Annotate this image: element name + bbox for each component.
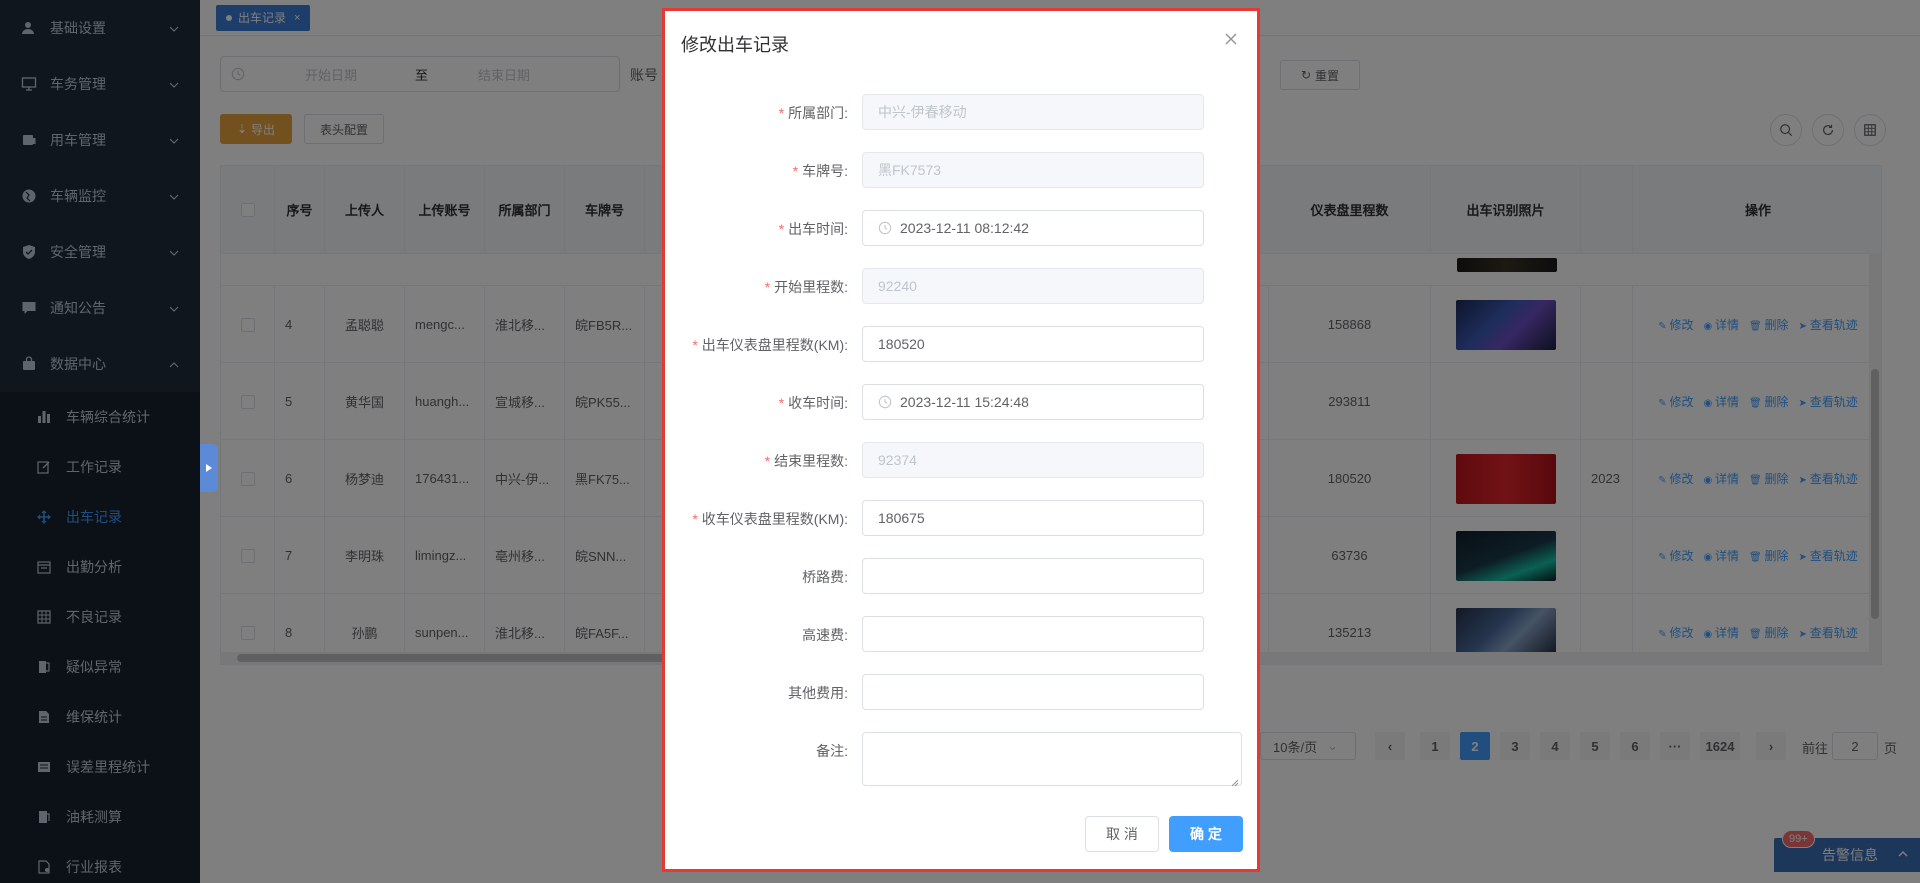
required-mark: *: [692, 511, 698, 527]
form-label: * 车牌号:: [793, 161, 848, 181]
form-input-6: 92374: [862, 442, 1204, 478]
form-label-text: 结束里程数:: [774, 453, 848, 469]
form-label-text: 收车时间:: [788, 395, 848, 411]
form-input-0: 中兴-伊春移动: [862, 94, 1204, 130]
confirm-button[interactable]: 确 定: [1169, 816, 1243, 852]
form-label: * 所属部门:: [779, 103, 848, 123]
form-input-10[interactable]: [862, 674, 1204, 710]
remarks-textarea[interactable]: [862, 732, 1242, 787]
form-row-0: * 所属部门: 中兴-伊春移动: [665, 94, 1263, 130]
form-row-10: 其他费用:: [665, 674, 1263, 710]
form-label-text: 其他费用:: [788, 685, 848, 701]
form-row-8: 桥路费:: [665, 558, 1263, 594]
form-row-5: * 收车时间: 2023-12-11 15:24:48: [665, 384, 1263, 420]
required-mark: *: [778, 105, 785, 121]
cancel-button[interactable]: 取 消: [1085, 816, 1159, 852]
required-mark: *: [764, 279, 771, 295]
form-input-value: 2023-12-11 15:24:48: [900, 394, 1029, 410]
form-input-8[interactable]: [862, 558, 1204, 594]
required-mark: *: [792, 163, 799, 179]
form-input-9[interactable]: [862, 616, 1204, 652]
required-mark: *: [778, 395, 785, 411]
required-mark: *: [764, 453, 771, 469]
form-label: * 开始里程数:: [765, 277, 848, 297]
close-icon[interactable]: [1223, 31, 1239, 47]
sidebar-collapse-handle[interactable]: [200, 444, 218, 492]
clock-icon: [878, 395, 892, 409]
form-input-3: 92240: [862, 268, 1204, 304]
form-input-4[interactable]: 180520: [862, 326, 1204, 362]
form-row-9: 高速费:: [665, 616, 1263, 652]
form-label: 其他费用:: [788, 683, 848, 703]
form-input-value: 黑FK7573: [878, 162, 942, 178]
edit-record-dialog: 修改出车记录 * 所属部门: 中兴-伊春移动 * 车牌号: 黑FK7573 * 出车时间: 20…: [662, 8, 1260, 872]
form-label-text: 出车仪表盘里程数(KM):: [701, 337, 848, 353]
clock-icon: [878, 221, 892, 235]
form-input-value: 180675: [878, 510, 925, 526]
form-row-11: 备注:: [665, 732, 1263, 787]
form-input-7[interactable]: 180675: [862, 500, 1204, 536]
required-mark: *: [692, 337, 698, 353]
form-input-2[interactable]: 2023-12-11 08:12:42: [862, 210, 1204, 246]
form-label: * 收车仪表盘里程数(KM):: [692, 509, 848, 529]
form-row-1: * 车牌号: 黑FK7573: [665, 152, 1263, 188]
form-label-text: 开始里程数:: [774, 279, 848, 295]
form-input-1: 黑FK7573: [862, 152, 1204, 188]
form-row-7: * 收车仪表盘里程数(KM): 180675: [665, 500, 1263, 536]
form-label-text: 桥路费:: [802, 569, 848, 585]
form-row-2: * 出车时间: 2023-12-11 08:12:42: [665, 210, 1263, 246]
form-label-text: 出车时间:: [788, 221, 848, 237]
dialog-title: 修改出车记录: [681, 35, 789, 55]
form-row-3: * 开始里程数: 92240: [665, 268, 1263, 304]
form-label: 备注:: [816, 741, 848, 761]
form-label: 高速费:: [802, 625, 848, 645]
form-label-text: 高速费:: [802, 627, 848, 643]
form-label-text: 车牌号:: [802, 163, 848, 179]
form-label: * 收车时间:: [779, 393, 848, 413]
form-input-5[interactable]: 2023-12-11 15:24:48: [862, 384, 1204, 420]
form-label-text: 所属部门:: [788, 105, 848, 121]
form-input-value: 92240: [878, 278, 917, 294]
form-input-value: 180520: [878, 336, 925, 352]
caret-right-icon: [206, 464, 212, 472]
form-label: * 出车时间:: [779, 219, 848, 239]
form-label-text: 备注:: [816, 743, 848, 759]
form-row-4: * 出车仪表盘里程数(KM): 180520: [665, 326, 1263, 362]
form-label-text: 收车仪表盘里程数(KM):: [701, 511, 848, 527]
form-label: * 结束里程数:: [765, 451, 848, 471]
form-label: * 出车仪表盘里程数(KM):: [692, 335, 848, 355]
required-mark: *: [778, 221, 785, 237]
form-row-6: * 结束里程数: 92374: [665, 442, 1263, 478]
resize-grip-icon[interactable]: [1231, 775, 1239, 787]
form-input-value: 2023-12-11 08:12:42: [900, 220, 1029, 236]
form-input-value: 中兴-伊春移动: [878, 104, 967, 120]
form-label: 桥路费:: [802, 567, 848, 587]
form-input-value: 92374: [878, 452, 917, 468]
